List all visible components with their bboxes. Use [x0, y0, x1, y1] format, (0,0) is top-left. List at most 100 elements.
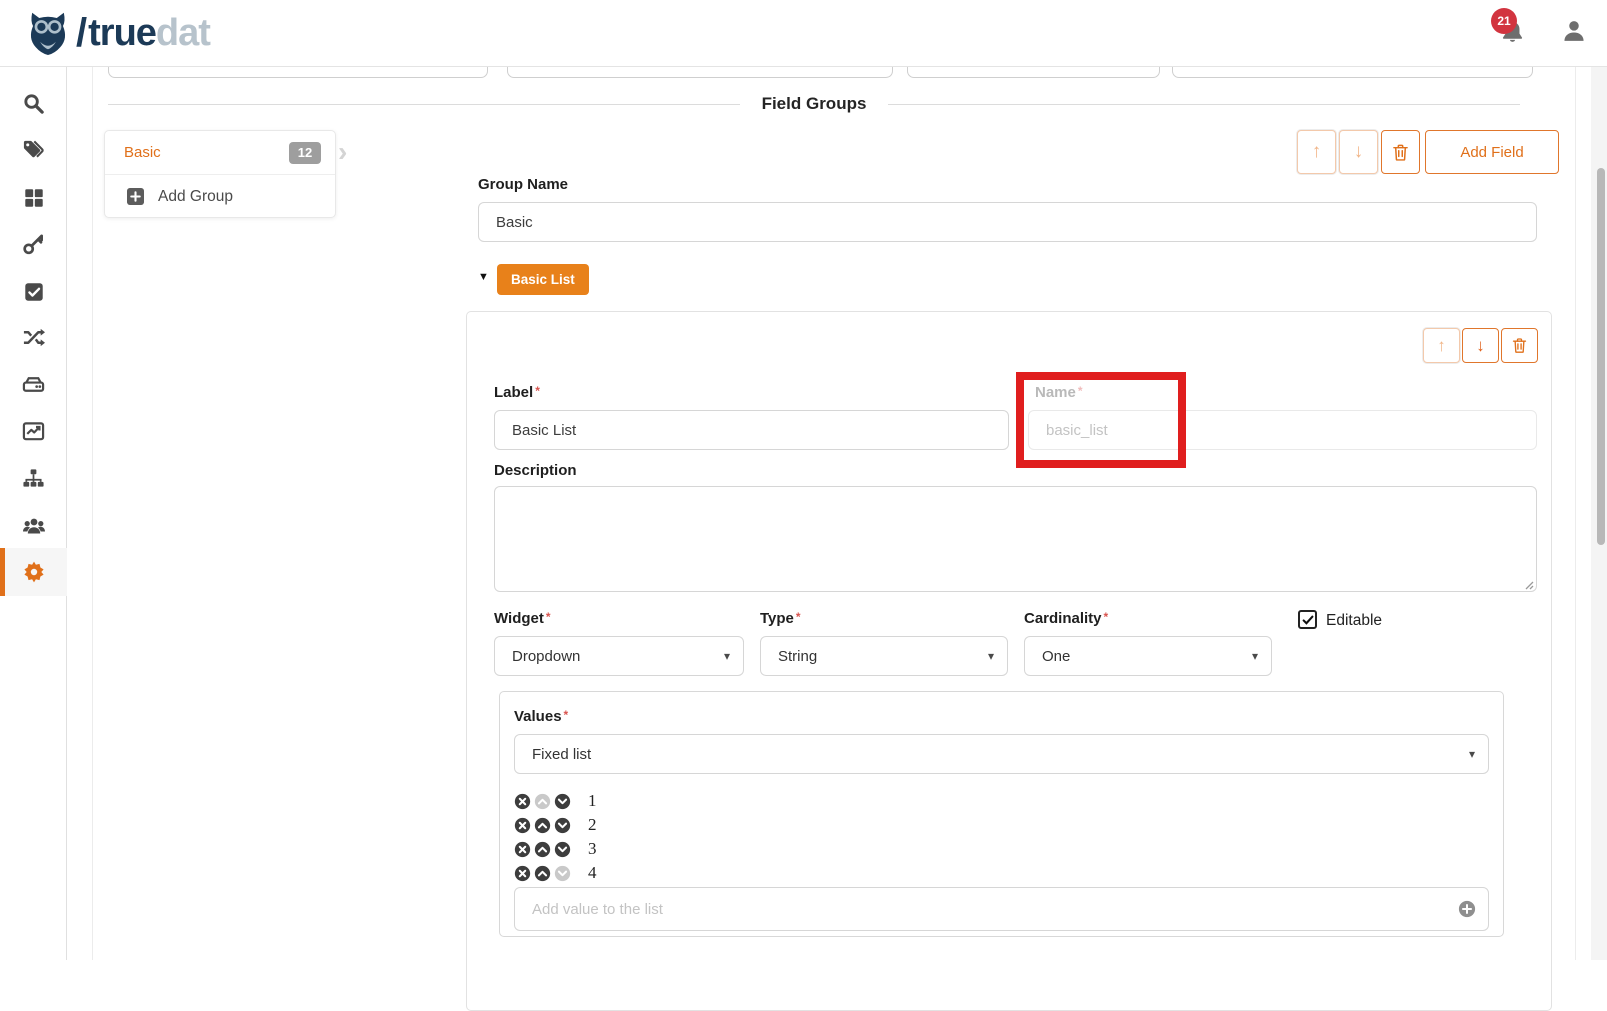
add-value-row [514, 887, 1489, 931]
sidebar-item-permissions[interactable] [0, 221, 67, 268]
value-list-item: 3 [514, 837, 597, 861]
description-label: Description [494, 462, 577, 479]
arrow-up-icon: ↑ [1437, 336, 1446, 356]
groups-panel: Basic 12 Add Group [104, 130, 336, 218]
users-icon [22, 514, 46, 538]
move-value-down-icon[interactable] [554, 841, 571, 858]
collapse-field-icon[interactable]: ▼ [478, 271, 489, 283]
value-text: 2 [588, 815, 597, 835]
user-profile-icon[interactable] [1560, 17, 1588, 45]
value-text: 4 [588, 863, 597, 883]
shuffle-icon [22, 326, 45, 349]
caret-down-icon: ▾ [988, 649, 994, 663]
resize-handle-icon[interactable] [1522, 578, 1534, 590]
values-source-select[interactable]: Fixed list ▾ [514, 734, 1489, 774]
add-value-input[interactable] [514, 887, 1489, 931]
group-name-label: Group Name [478, 176, 568, 193]
field-name-input[interactable] [1028, 410, 1537, 450]
owl-icon [26, 9, 70, 57]
group-list-item-basic[interactable]: Basic 12 [105, 131, 335, 175]
logo-slash: / [76, 11, 87, 56]
sidebar-item-users[interactable] [0, 502, 67, 549]
values-source-value: Fixed list [532, 746, 591, 763]
field-toolbar: ↑ ↓ [1423, 328, 1538, 363]
tags-icon [22, 139, 45, 162]
content-left-border [92, 67, 93, 960]
widget-selected-value: Dropdown [512, 648, 580, 665]
truedat-logo[interactable]: / true dat [26, 9, 210, 57]
move-value-up-icon[interactable] [534, 865, 551, 882]
group-field-count-badge: 12 [289, 142, 321, 164]
cardinality-selected-value: One [1042, 648, 1070, 665]
remove-value-icon[interactable] [514, 841, 531, 858]
values-label: Values* [514, 708, 568, 726]
storage-icon [22, 373, 45, 396]
label-field-label: Label* [494, 384, 540, 402]
check-square-icon [23, 281, 45, 303]
arrow-down-icon: ↓ [1476, 336, 1485, 356]
value-list-item: 2 [514, 813, 597, 837]
move-value-down-icon[interactable] [554, 865, 571, 882]
sidebar-nav [0, 67, 67, 960]
move-value-up-icon[interactable] [534, 841, 551, 858]
sidebar-item-search[interactable] [0, 80, 67, 127]
move-value-down-icon[interactable] [554, 793, 571, 810]
sidebar-item-connections[interactable] [0, 314, 67, 361]
move-group-down-button[interactable]: ↓ [1339, 130, 1378, 174]
editable-checkbox[interactable] [1298, 610, 1317, 629]
scrollbar-thumb[interactable] [1597, 168, 1605, 545]
required-asterisk: * [546, 610, 551, 624]
field-chip-basic-list[interactable]: Basic List [497, 264, 589, 295]
gear-icon [22, 560, 46, 584]
section-title: Field Groups [740, 94, 889, 114]
add-group-label: Add Group [158, 188, 233, 206]
move-group-up-button[interactable]: ↑ [1297, 130, 1336, 174]
cardinality-select[interactable]: One ▾ [1024, 636, 1272, 676]
remove-value-icon[interactable] [514, 865, 531, 882]
sidebar-item-lineage[interactable] [0, 455, 67, 502]
move-value-up-icon[interactable] [534, 817, 551, 834]
add-field-label: Add Field [1460, 144, 1523, 161]
delete-group-button[interactable] [1381, 130, 1420, 174]
sidebar-item-tags[interactable] [0, 127, 67, 174]
move-value-up-icon[interactable] [534, 793, 551, 810]
move-field-up-button[interactable]: ↑ [1423, 328, 1460, 363]
add-group-button[interactable]: Add Group [105, 175, 335, 218]
field-groups-divider: Field Groups [108, 94, 1520, 114]
arrow-up-icon: ↑ [1312, 141, 1322, 163]
add-value-plus-icon[interactable] [1458, 900, 1476, 918]
arrow-down-icon: ↓ [1354, 141, 1364, 163]
sidebar-item-modules[interactable] [0, 174, 67, 221]
field-label-input[interactable] [494, 410, 1009, 450]
group-name-input[interactable] [478, 202, 1537, 242]
logo-text-primary: true [88, 12, 156, 55]
remove-value-icon[interactable] [514, 817, 531, 834]
search-icon [22, 92, 45, 115]
caret-down-icon: ▾ [724, 649, 730, 663]
value-text: 3 [588, 839, 597, 859]
remove-value-icon[interactable] [514, 793, 531, 810]
name-field-label: Name* [1035, 384, 1083, 402]
move-field-down-button[interactable]: ↓ [1462, 328, 1499, 363]
required-asterisk: * [535, 384, 540, 398]
add-field-button[interactable]: Add Field [1425, 130, 1559, 174]
group-toolbar: ↑ ↓ Add Field [1297, 130, 1559, 174]
sidebar-item-quality[interactable] [0, 408, 67, 455]
description-textarea[interactable] [494, 486, 1537, 592]
move-value-down-icon[interactable] [554, 817, 571, 834]
trash-icon [1390, 142, 1411, 163]
required-asterisk: * [1078, 384, 1083, 398]
group-name-text: Basic [124, 144, 289, 161]
sidebar-item-tasks[interactable] [0, 268, 67, 315]
delete-field-button[interactable] [1501, 328, 1538, 363]
sidebar-item-sources[interactable] [0, 361, 67, 408]
group-selected-chevron-icon[interactable]: › [338, 136, 347, 168]
type-select[interactable]: String ▾ [760, 636, 1008, 676]
checkmark-icon [1301, 613, 1315, 627]
required-asterisk: * [1104, 610, 1109, 624]
widget-select[interactable]: Dropdown ▾ [494, 636, 744, 676]
value-text: 1 [588, 791, 597, 811]
sidebar-item-settings[interactable] [0, 548, 67, 596]
value-list-item: 1 [514, 789, 597, 813]
chart-line-icon [22, 420, 45, 443]
